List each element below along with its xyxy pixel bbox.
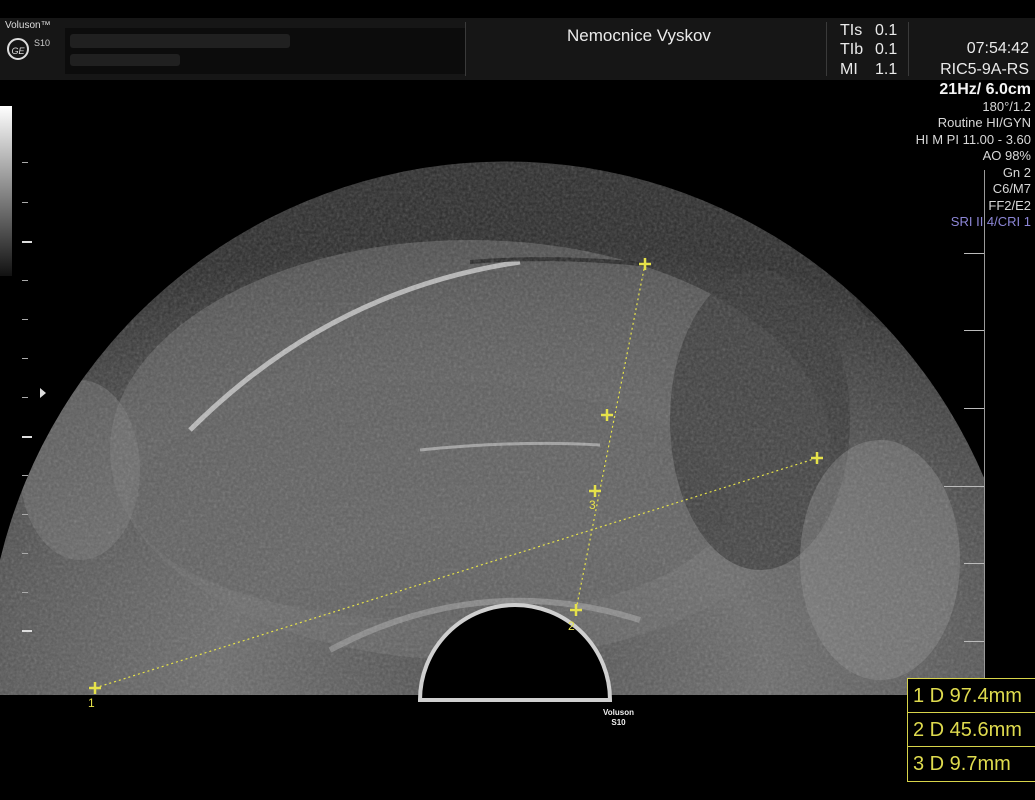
angle-param: 180°/1.2: [982, 98, 1031, 114]
mi-value: 1.1: [875, 61, 898, 78]
clock: 07:54:42: [966, 40, 1029, 57]
patient-id-redacted: [70, 54, 180, 66]
header-divider: [826, 22, 827, 76]
measurement-2: 2 D 45.6mm: [907, 712, 1035, 748]
tis-value: 0.1: [875, 22, 898, 39]
patient-name-redacted: [70, 34, 290, 48]
depth-scale: [984, 170, 985, 700]
brand-label: Voluson™: [5, 20, 51, 31]
depth-tick: [22, 358, 28, 359]
depth-tick: [22, 475, 28, 476]
depth-tick: [22, 630, 32, 632]
focus-marker-icon: [40, 388, 46, 398]
footer-model: S10: [611, 718, 626, 727]
depth-scale-tick: [964, 641, 984, 642]
depth-tick: [22, 241, 32, 243]
caliper-label-1: 1: [88, 696, 95, 710]
depth-tick: [22, 397, 28, 398]
tib-value: 0.1: [875, 41, 898, 58]
depth-tick: [22, 592, 28, 593]
depth-tick: [22, 514, 28, 515]
ff-param: FF2/E2: [988, 197, 1031, 213]
header-divider: [908, 22, 909, 76]
depth-tick: [22, 436, 32, 438]
caliper-label-2: 2: [568, 619, 575, 633]
depth-tick: [22, 202, 28, 203]
depth-scale-tick: [964, 408, 984, 409]
preset-param: Routine HI/GYN: [937, 115, 1031, 130]
sri-param: SRI II 4/CRI 1: [950, 214, 1031, 229]
measurement-3: 3 D 9.7mm: [907, 746, 1035, 782]
depth-tick: [22, 319, 28, 320]
ultrasound-image: [0, 161, 985, 702]
mi-label: MI: [840, 61, 858, 78]
depth-tick: [22, 162, 28, 163]
probe-name: RIC5-9A-RS: [940, 61, 1029, 78]
model-label: S10: [34, 38, 51, 48]
footer-brand: Voluson: [603, 708, 634, 717]
hospital-name: Nemocnice Vyskov: [567, 26, 711, 45]
frame-depth: 21Hz/ 6.0cm: [939, 81, 1031, 98]
tis-label: TIs: [840, 22, 863, 39]
tib-label: TIb: [840, 41, 864, 58]
depth-scale-tick: [964, 563, 984, 564]
depth-scale-tick: [964, 330, 984, 331]
grayscale-bar: [0, 106, 12, 276]
ao-param: AO 98%: [982, 148, 1031, 163]
depth-tick: [22, 553, 28, 554]
depth-scale-tick: [944, 486, 984, 487]
depth-scale-tick: [964, 253, 984, 254]
header-divider: [465, 22, 466, 76]
harmonic-param: HI M PI 11.00 - 3.60: [915, 131, 1031, 147]
imaging-parameters: 21Hz/ 6.0cm 180°/1.2 Routine HI/GYN HI M…: [915, 81, 1031, 231]
depth-tick: [22, 280, 28, 281]
color-map-param: C6/M7: [992, 181, 1031, 196]
footer-logo: Voluson S10: [603, 708, 634, 728]
caliper-label-3: 3: [589, 498, 596, 512]
measurement-1: 1 D 97.4mm: [907, 678, 1035, 714]
gain-param: Gn 2: [1002, 164, 1031, 180]
ge-logo-icon: GE: [7, 38, 29, 60]
